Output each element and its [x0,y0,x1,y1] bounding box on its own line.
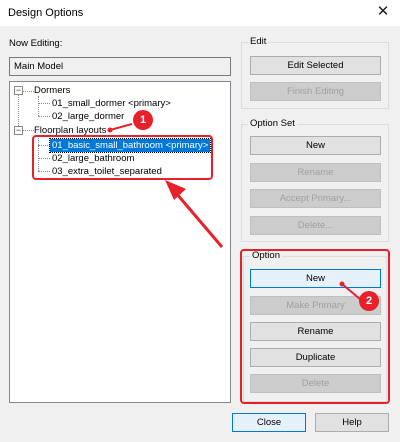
tree-connector [38,103,50,104]
annotation-highlight-options [32,135,213,180]
annotation-highlight-option-group [240,249,390,404]
now-editing-label: Now Editing: [9,38,63,49]
design-options-tree[interactable]: − − Dormers 01_small_dormer <primary> 02… [9,81,231,403]
option-set-delete-button[interactable]: Delete... [250,216,381,235]
tree-connector [38,116,50,117]
close-icon[interactable]: ✕ [374,3,392,21]
tree-item-small-dormer[interactable]: 01_small_dormer <primary> [50,97,173,110]
edit-group-title: Edit [248,36,269,47]
edit-selected-button[interactable]: Edit Selected [250,56,381,75]
help-button[interactable]: Help [315,413,389,432]
collapse-floorplan-icon[interactable]: − [14,126,23,135]
option-set-group-title: Option Set [248,118,297,129]
collapse-dormers-icon[interactable]: − [14,86,23,95]
annotation-badge-1: 1 [133,110,153,130]
close-button[interactable]: Close [232,413,306,432]
now-editing-field: Main Model [9,57,231,76]
accept-primary-button[interactable]: Accept Primary... [250,189,381,208]
tree-group-dormers[interactable]: Dormers [32,84,72,97]
window-title: Design Options [8,7,84,19]
finish-editing-button[interactable]: Finish Editing [250,82,381,101]
tree-connector [18,90,19,130]
title-bar: Design Options ✕ [0,0,400,26]
tree-item-large-dormer[interactable]: 02_large_dormer [50,110,126,123]
annotation-badge-2: 2 [359,291,379,311]
option-set-rename-button[interactable]: Rename [250,163,381,182]
tree-connector [38,96,39,116]
option-set-new-button[interactable]: New [250,136,381,155]
